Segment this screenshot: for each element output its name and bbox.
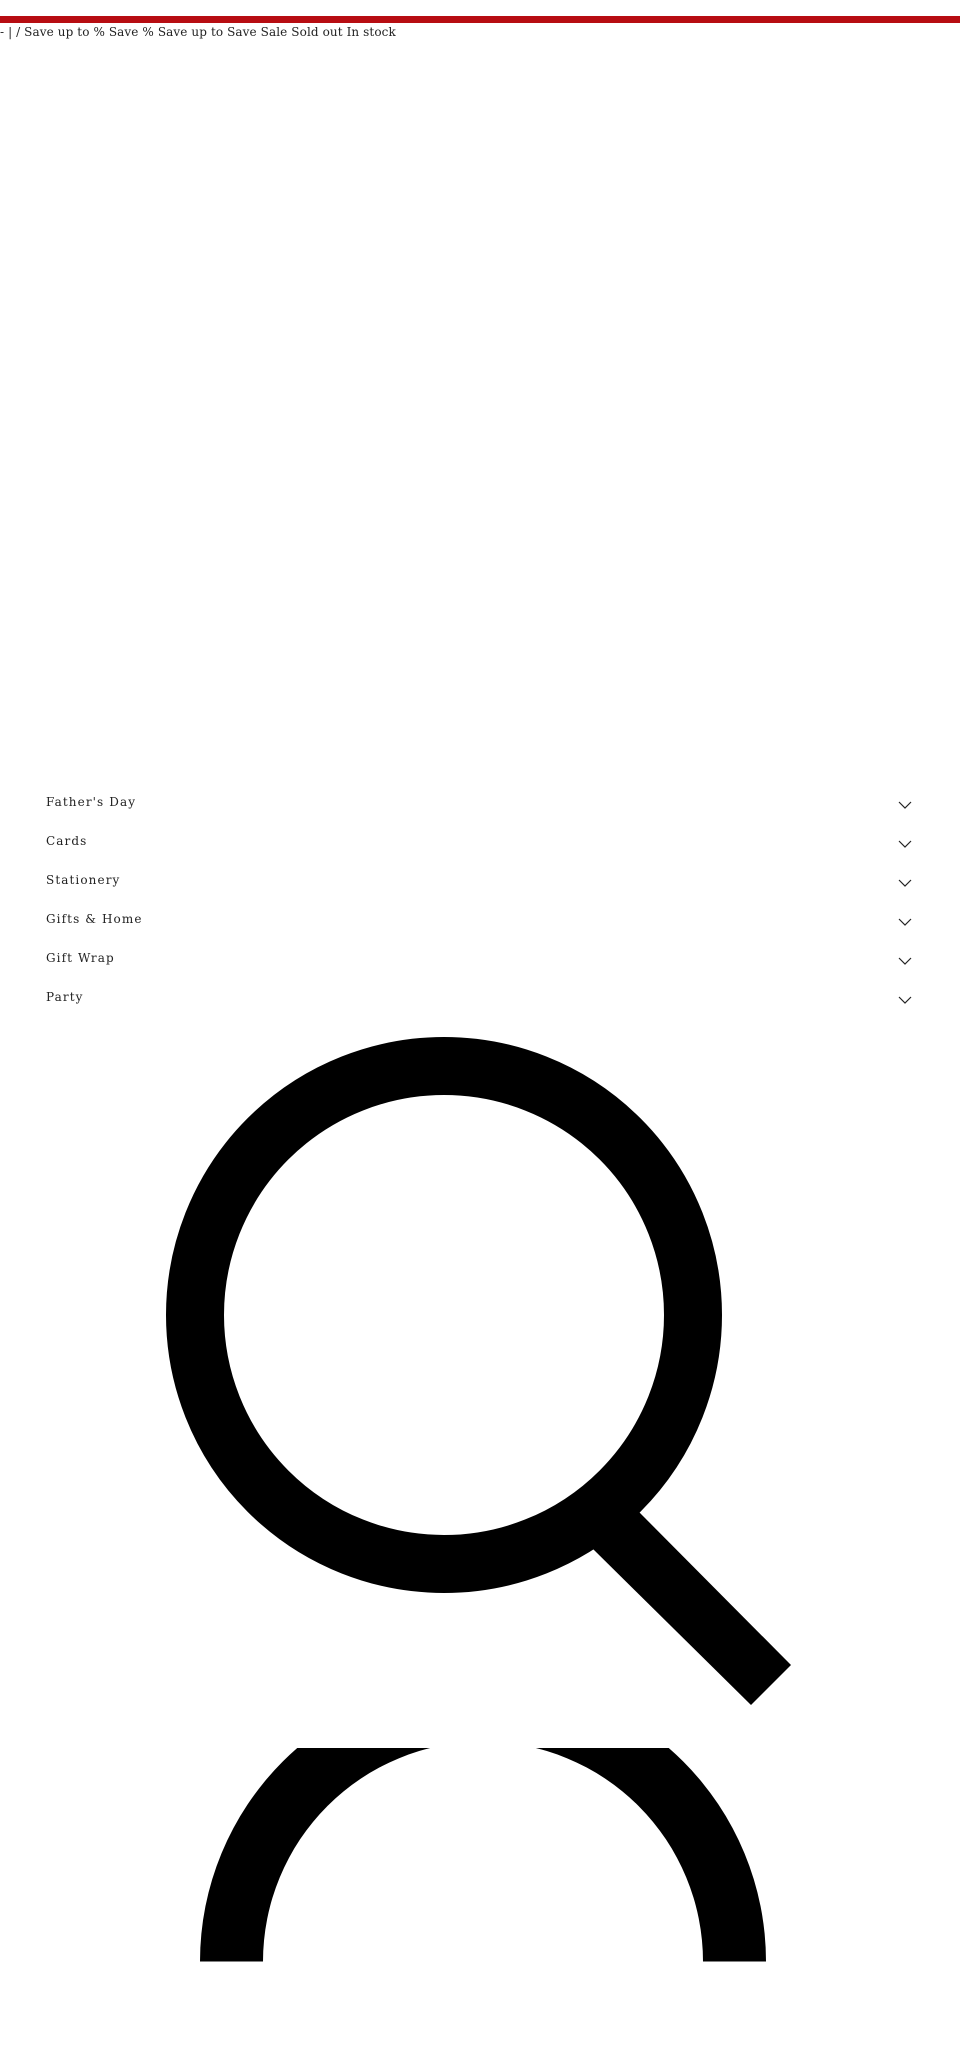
chevron-down-icon[interactable] bbox=[898, 800, 912, 810]
nav-item-gifts-home[interactable]: Gifts & Home bbox=[0, 905, 960, 944]
nav-item-label[interactable]: Party bbox=[46, 989, 84, 1005]
top-accent-bar bbox=[0, 16, 960, 23]
nav-item-cards[interactable]: Cards bbox=[0, 827, 960, 866]
nav-item-party[interactable]: Party bbox=[0, 983, 960, 1022]
nav-item-fathers-day[interactable]: Father's Day bbox=[0, 788, 960, 827]
main-navigation-menu: Father's Day Cards Stationery Gifts & Ho… bbox=[0, 788, 960, 1022]
search-icon[interactable] bbox=[200, 1748, 766, 2048]
chevron-down-icon[interactable] bbox=[898, 995, 912, 1005]
chevron-down-icon[interactable] bbox=[898, 917, 912, 927]
nav-item-stationery[interactable]: Stationery bbox=[0, 866, 960, 905]
nav-item-label[interactable]: Father's Day bbox=[46, 794, 136, 810]
nav-item-label[interactable]: Gift Wrap bbox=[46, 950, 115, 966]
chevron-down-icon[interactable] bbox=[898, 839, 912, 849]
chevron-down-icon[interactable] bbox=[898, 878, 912, 888]
nav-item-gift-wrap[interactable]: Gift Wrap bbox=[0, 944, 960, 983]
nav-item-label[interactable]: Cards bbox=[46, 833, 87, 849]
nav-item-label[interactable]: Stationery bbox=[46, 872, 120, 888]
search-icon[interactable] bbox=[165, 1035, 793, 1707]
price-labels-strip: - | / Save up to % Save % Save up to Sav… bbox=[0, 25, 396, 39]
chevron-down-icon[interactable] bbox=[898, 956, 912, 966]
nav-item-label[interactable]: Gifts & Home bbox=[46, 911, 143, 927]
